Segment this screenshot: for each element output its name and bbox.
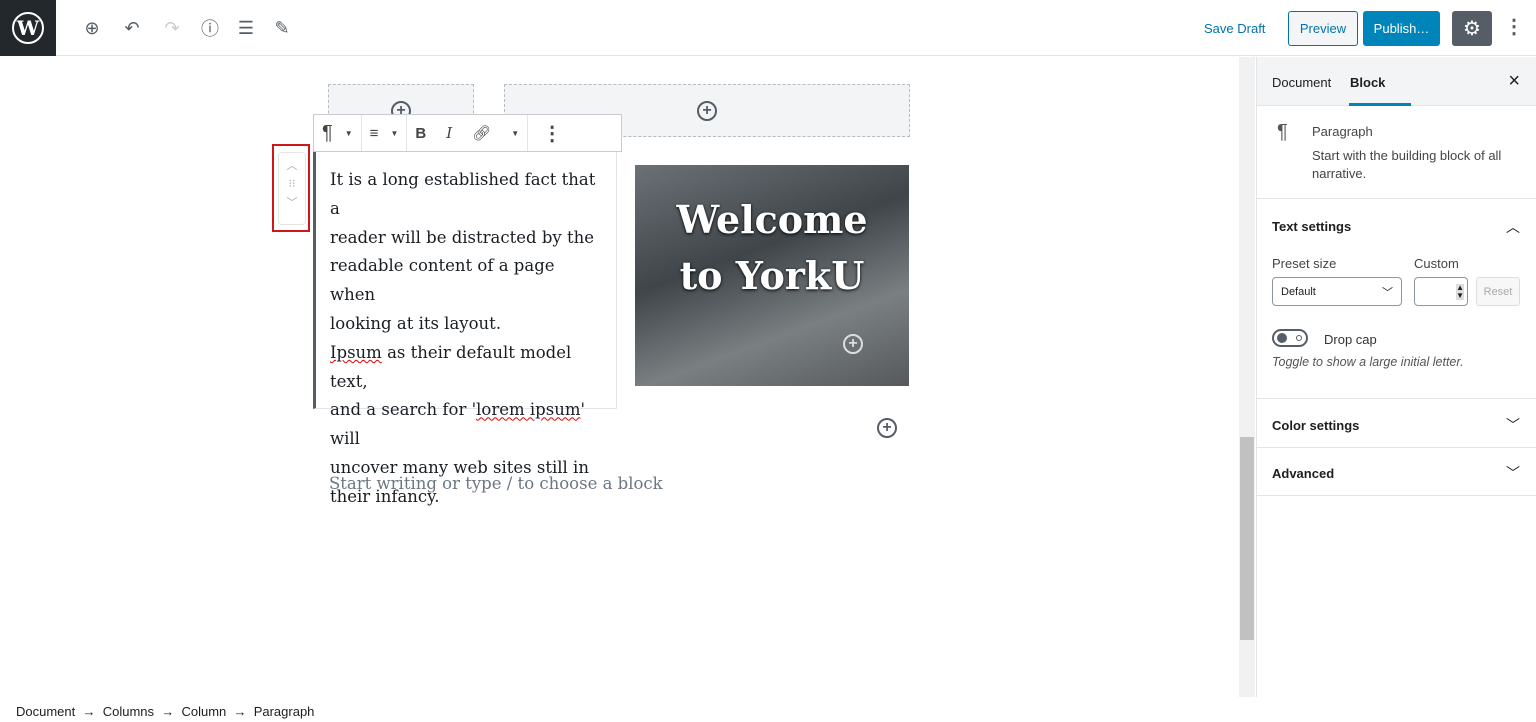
more-formats-icon[interactable]: ▼ <box>511 129 519 138</box>
more-options-icon[interactable]: ⋮ <box>528 115 576 151</box>
redo-icon[interactable]: ↷ <box>160 16 184 40</box>
paragraph-icon: ¶ <box>1277 121 1288 143</box>
drop-cap-label: Drop cap <box>1324 332 1377 347</box>
block-name: Paragraph <box>1312 124 1373 139</box>
breadcrumb-item[interactable]: Column <box>181 704 226 719</box>
preset-size-label: Preset size <box>1272 256 1337 271</box>
chevron-down-icon: ﹀ <box>1506 417 1520 433</box>
scrollbar-thumb[interactable] <box>1240 437 1254 640</box>
add-block-icon[interactable]: ⊕ <box>80 16 104 40</box>
move-up-icon[interactable]: ︿ <box>279 157 305 173</box>
link-icon[interactable]: 🔗︎ <box>472 124 491 142</box>
move-down-icon[interactable]: ﹀ <box>279 194 305 210</box>
preset-size-select[interactable]: Default ﹀ <box>1272 277 1402 306</box>
advanced-panel[interactable]: Advanced ﹀ <box>1257 448 1536 496</box>
add-block-icon[interactable]: + <box>843 334 863 354</box>
breadcrumb-item[interactable]: Columns <box>103 704 154 719</box>
align-left-icon: ≡ <box>369 124 379 142</box>
drop-cap-toggle[interactable] <box>1272 329 1308 347</box>
italic-button[interactable]: I <box>446 124 452 142</box>
edit-icon[interactable]: ✎ <box>270 16 294 40</box>
outline-icon[interactable]: ☰ <box>234 16 258 40</box>
wordpress-logo[interactable]: W <box>0 0 56 56</box>
cover-image-block[interactable]: Welcome to YorkU + <box>635 165 909 386</box>
custom-label: Custom <box>1414 256 1459 271</box>
settings-gear-icon[interactable]: ⚙ <box>1452 11 1492 46</box>
breadcrumb: Document → Columns → Column → Paragraph <box>16 704 315 719</box>
block-type-button[interactable]: ¶ ▼ <box>314 115 362 151</box>
stepper-icon[interactable]: ▲ ▼ <box>1456 284 1464 300</box>
tab-document[interactable]: Document <box>1272 75 1331 90</box>
chevron-down-icon: ﹀ <box>1382 287 1393 299</box>
add-block-icon[interactable]: + <box>697 101 717 121</box>
custom-size-input[interactable]: ▲ ▼ <box>1414 277 1468 306</box>
preview-button[interactable]: Preview <box>1288 11 1358 46</box>
block-toolbar: ¶ ▼ ≡ ▼ B I 🔗︎ ▼ ⋮ <box>313 114 622 152</box>
breadcrumb-item[interactable]: Paragraph <box>254 704 315 719</box>
block-description: Start with the building block of all nar… <box>1312 148 1502 181</box>
bold-button[interactable]: B <box>415 125 426 142</box>
more-options-icon[interactable]: ⋮ <box>1504 14 1524 39</box>
drag-handle-icon[interactable]: ⁝⁝ <box>279 177 305 190</box>
settings-sidebar: Document Block × ¶ Paragraph Start with … <box>1256 57 1536 697</box>
close-icon[interactable]: × <box>1508 70 1520 93</box>
breadcrumb-item[interactable]: Document <box>16 704 75 719</box>
align-button[interactable]: ≡ ▼ <box>362 115 408 151</box>
chevron-up-icon[interactable]: ︿ <box>1506 217 1520 237</box>
publish-button[interactable]: Publish… <box>1363 11 1440 46</box>
chevron-down-icon: ﹀ <box>1506 465 1520 481</box>
text-settings-header[interactable]: Text settings <box>1272 219 1351 234</box>
block-mover: ︿ ⁝⁝ ﹀ <box>278 152 306 225</box>
undo-icon[interactable]: ↶ <box>120 16 144 40</box>
tab-block[interactable]: Block <box>1350 75 1385 90</box>
reset-button[interactable]: Reset <box>1476 277 1520 306</box>
add-block-icon[interactable]: + <box>877 418 897 438</box>
color-settings-panel[interactable]: Color settings ﹀ <box>1257 399 1536 448</box>
top-bar: W ⊕ ↶ ↷ ⓘ ☰ ✎ Save Draft Preview Publish… <box>0 0 1536 56</box>
paragraph-block[interactable]: It is a long established fact that a rea… <box>313 152 617 506</box>
save-draft-button[interactable]: Save Draft <box>1204 21 1265 36</box>
default-block-appender[interactable]: Start writing or type / to choose a bloc… <box>329 474 663 493</box>
drop-cap-help: Toggle to show a large initial letter. <box>1272 355 1464 369</box>
info-icon[interactable]: ⓘ <box>198 16 222 40</box>
